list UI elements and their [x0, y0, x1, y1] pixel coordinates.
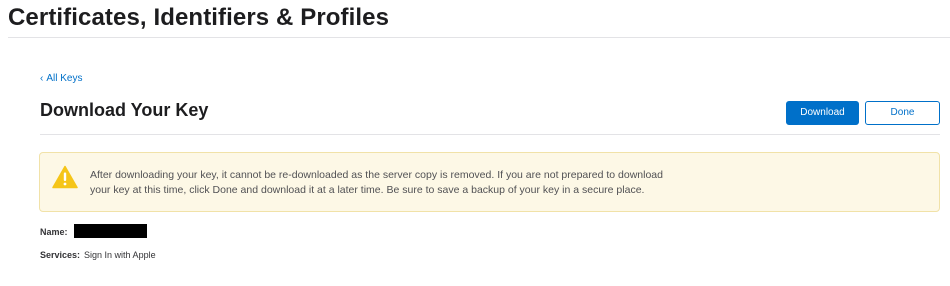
- services-label: Services:: [40, 250, 81, 260]
- all-keys-back-link[interactable]: ‹ All Keys: [40, 73, 82, 84]
- done-button[interactable]: Done: [865, 101, 940, 125]
- section-divider: [40, 134, 940, 135]
- services-value: Sign In with Apple: [84, 250, 156, 260]
- section-title: Download Your Key: [40, 100, 209, 120]
- chevron-left-icon: ‹: [40, 73, 44, 84]
- services-field: Services: Sign In with Apple: [40, 250, 156, 260]
- alert-message-line: your key at this time, click Done and do…: [90, 184, 645, 196]
- warning-icon: [52, 165, 78, 189]
- alert-message-line: After downloading your key, it cannot be…: [90, 169, 663, 181]
- back-link-label: All Keys: [46, 73, 83, 84]
- name-label: Name:: [40, 227, 68, 237]
- page-title: Certificates, Identifiers & Profiles: [8, 4, 390, 31]
- title-divider: [8, 37, 950, 38]
- redacted-key-name: [74, 224, 147, 238]
- warning-alert: After downloading your key, it cannot be…: [39, 152, 940, 212]
- name-field: Name:: [40, 227, 68, 237]
- alert-message: After downloading your key, it cannot be…: [90, 168, 850, 198]
- download-button[interactable]: Download: [786, 101, 859, 125]
